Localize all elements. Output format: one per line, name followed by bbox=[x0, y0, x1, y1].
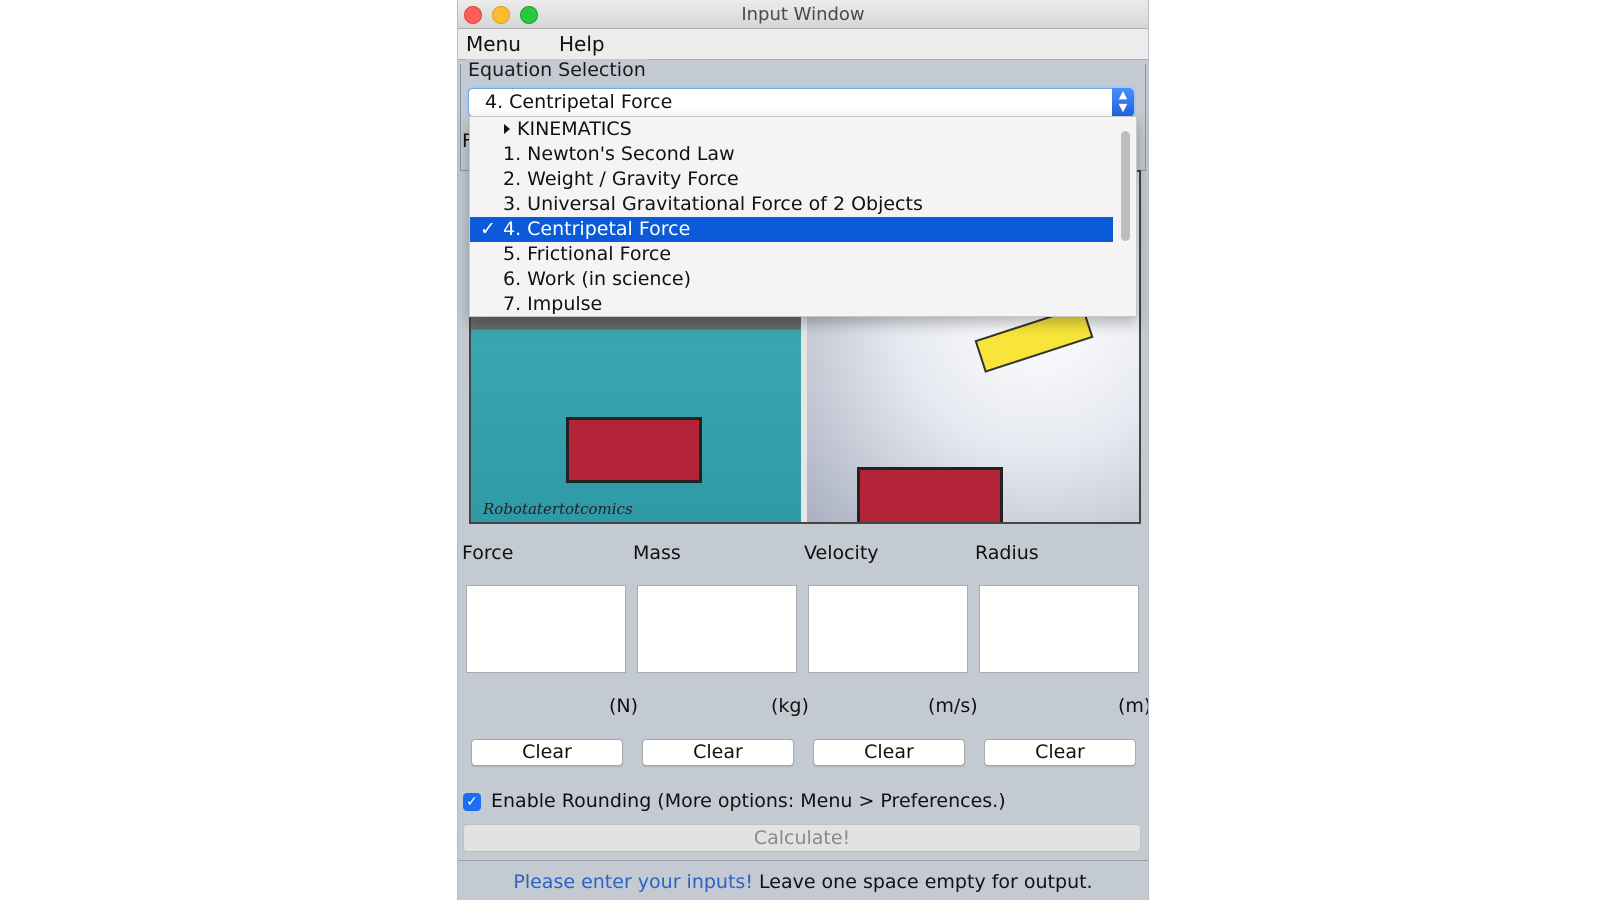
status-bar: Please enter your inputs! Leave one spac… bbox=[458, 860, 1148, 900]
dropdown-item[interactable]: 2. Weight / Gravity Force bbox=[470, 167, 1113, 192]
disclosure-triangle-icon bbox=[504, 124, 510, 134]
dropdown-item[interactable]: 3. Universal Gravitational Force of 2 Ob… bbox=[470, 192, 1113, 217]
dropdown-item-label: 1. Newton's Second Law bbox=[503, 143, 735, 165]
radius-label: Radius bbox=[975, 542, 1039, 564]
clear-radius-button[interactable]: Clear bbox=[984, 739, 1136, 766]
dropdown-item[interactable]: 6. Work (in science) bbox=[470, 267, 1113, 292]
dropdown-item[interactable]: 1. Newton's Second Law bbox=[470, 142, 1113, 167]
menu-menu[interactable]: Menu bbox=[466, 32, 521, 56]
treasure-chest bbox=[857, 467, 1003, 522]
status-text: Please enter your inputs! Leave one spac… bbox=[458, 871, 1148, 893]
clear-velocity-button[interactable]: Clear bbox=[813, 739, 965, 766]
force-label: Force bbox=[462, 542, 514, 564]
dropdown-item-label: 3. Universal Gravitational Force of 2 Ob… bbox=[503, 193, 923, 215]
dropdown-category-kinematics[interactable]: KINEMATICS bbox=[470, 117, 1113, 142]
clear-force-button[interactable]: Clear bbox=[471, 739, 623, 766]
enable-rounding-checkbox[interactable]: ✓ bbox=[463, 793, 481, 811]
dropdown-item-label: 2. Weight / Gravity Force bbox=[503, 168, 739, 190]
dropdown-item-label: 6. Work (in science) bbox=[503, 268, 691, 290]
mass-label: Mass bbox=[633, 542, 681, 564]
dropdown-item-label: 5. Frictional Force bbox=[503, 243, 672, 265]
menu-bar: Menu Help bbox=[458, 29, 1148, 60]
window-title: Input Window bbox=[741, 4, 865, 25]
title-bar[interactable]: Input Window bbox=[458, 0, 1148, 29]
equation-selection-label: Equation Selection bbox=[466, 59, 648, 81]
force-unit: (N) bbox=[609, 695, 639, 717]
dropdown-scrollbar[interactable] bbox=[1114, 117, 1136, 316]
chevron-updown-icon[interactable]: ▲ ▼ bbox=[1112, 88, 1134, 117]
velocity-input[interactable] bbox=[808, 585, 968, 673]
scrollbar-thumb[interactable] bbox=[1121, 131, 1130, 241]
clear-mass-button[interactable]: Clear bbox=[642, 739, 794, 766]
status-highlight: Please enter your inputs! bbox=[513, 871, 753, 893]
status-message: Leave one space empty for output. bbox=[759, 871, 1093, 893]
dropdown-item-label: 7. Impulse bbox=[503, 293, 603, 315]
velocity-label: Velocity bbox=[804, 542, 879, 564]
dropdown-item-label: KINEMATICS bbox=[517, 118, 632, 140]
mass-input[interactable] bbox=[637, 585, 797, 673]
force-input[interactable] bbox=[466, 585, 626, 673]
radius-unit: (m) bbox=[1118, 695, 1148, 717]
equation-select-value: 4. Centripetal Force bbox=[485, 91, 673, 113]
dropdown-item[interactable]: 5. Frictional Force bbox=[470, 242, 1113, 267]
enable-rounding-label: Enable Rounding (More options: Menu > Pr… bbox=[491, 790, 1006, 812]
dropdown-item[interactable]: 7. Impulse bbox=[470, 292, 1113, 316]
dropdown-item-selected[interactable]: ✓ 4. Centripetal Force bbox=[470, 217, 1113, 242]
comic-credit: Robotatertotcomics bbox=[483, 500, 633, 518]
velocity-unit: (m/s) bbox=[928, 695, 978, 717]
radius-input[interactable] bbox=[979, 585, 1139, 673]
input-window: Input Window Menu Help Equation Selectio… bbox=[458, 0, 1148, 900]
menu-help[interactable]: Help bbox=[559, 32, 605, 56]
equation-dropdown-list[interactable]: KINEMATICS 1. Newton's Second Law 2. Wei… bbox=[469, 116, 1137, 317]
equation-select[interactable]: 4. Centripetal Force ▲ ▼ bbox=[468, 88, 1134, 117]
mass-unit: (kg) bbox=[771, 695, 809, 717]
dropdown-item-label: 4. Centripetal Force bbox=[503, 218, 691, 240]
checkmark-icon: ✓ bbox=[480, 218, 496, 240]
calculate-button[interactable]: Calculate! bbox=[463, 824, 1141, 852]
treasure-chest bbox=[566, 417, 702, 483]
